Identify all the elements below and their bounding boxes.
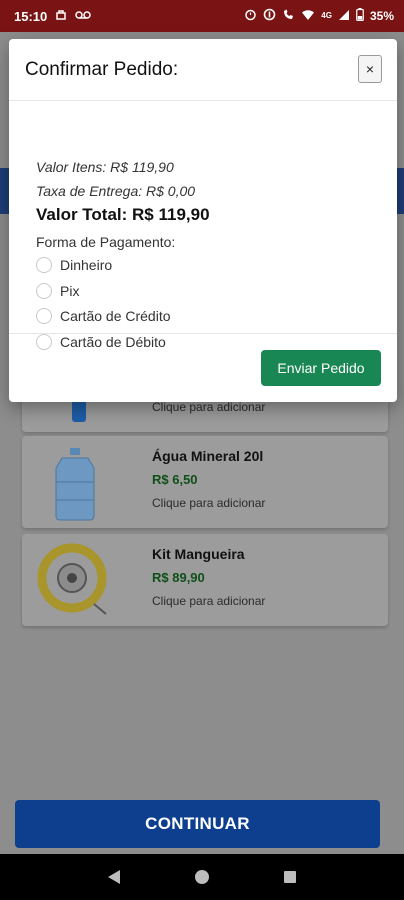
network-type-label: 4G: [321, 11, 332, 20]
dialog-header: Confirmar Pedido: ×: [9, 39, 397, 101]
dialog-title: Confirmar Pedido:: [25, 59, 179, 80]
order-total: Valor Total: R$ 119,90: [36, 205, 210, 224]
radio-button[interactable]: [36, 283, 52, 299]
items-value: Valor Itens: R$ 119,90: [36, 159, 174, 175]
product-hint: Clique para adicionar: [152, 594, 266, 608]
gas-hose-kit-icon: [36, 542, 118, 620]
payment-option-cash[interactable]: Dinheiro: [36, 257, 112, 273]
product-hint: Clique para adicionar: [152, 496, 266, 510]
navigation-bar: [0, 854, 404, 900]
payment-option-label: Pix: [60, 283, 80, 299]
product-name: Kit Mangueira: [152, 546, 245, 562]
payment-method-label: Forma de Pagamento:: [36, 234, 176, 250]
product-hint: Clique para adicionar: [152, 400, 266, 414]
status-bar: 15:10 4G 35%: [0, 0, 404, 32]
confirm-order-dialog: Confirmar Pedido: × Valor Itens: R$ 119,…: [9, 39, 397, 402]
radio-button[interactable]: [36, 308, 52, 324]
close-button[interactable]: ×: [358, 55, 382, 83]
product-price: R$ 6,50: [152, 472, 198, 487]
payment-option-label: Dinheiro: [60, 257, 113, 273]
voicemail-icon: [75, 10, 91, 23]
dialog-footer: Enviar Pedido: [9, 333, 397, 402]
data-saver-icon: [263, 8, 276, 24]
dialog-body: Valor Itens: R$ 119,90 Taxa de Entrega: …: [9, 101, 397, 350]
wifi-icon: [301, 9, 315, 24]
payment-option-label: Cartão de Crédito: [60, 308, 171, 324]
product-price: R$ 89,90: [152, 570, 205, 585]
delivery-fee: Taxa de Entrega: R$ 0,00: [36, 183, 196, 199]
continue-button[interactable]: CONTINUAR: [15, 800, 380, 848]
water-jug-icon: [36, 444, 118, 522]
battery-percent: 35%: [369, 9, 394, 23]
send-order-button[interactable]: Enviar Pedido: [261, 350, 381, 386]
payment-option-credit-card[interactable]: Cartão de Crédito: [36, 308, 171, 324]
signal-icon: [338, 9, 350, 24]
product-card[interactable]: Kit Mangueira R$ 89,90 Clique para adici…: [22, 534, 388, 626]
payment-option-pix[interactable]: Pix: [36, 283, 79, 299]
radio-button[interactable]: [36, 257, 52, 273]
battery-icon: [356, 8, 364, 24]
product-name: Água Mineral 20l: [152, 448, 264, 464]
recents-icon[interactable]: [275, 862, 305, 892]
back-icon[interactable]: [99, 862, 129, 892]
alarm-icon: [244, 8, 257, 24]
notification-icon: [55, 9, 67, 24]
product-card[interactable]: Água Mineral 20l R$ 6,50 Clique para adi…: [22, 436, 388, 528]
wifi-call-icon: [282, 8, 295, 24]
home-icon[interactable]: [187, 862, 217, 892]
status-time: 15:10: [14, 8, 48, 24]
